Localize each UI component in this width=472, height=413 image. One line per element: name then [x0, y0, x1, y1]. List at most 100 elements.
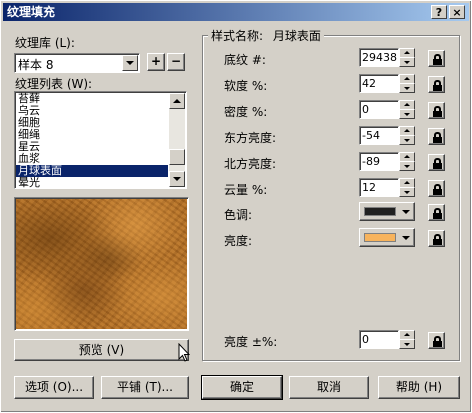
chevron-down-icon [404, 113, 410, 116]
mouse-cursor-icon [178, 343, 190, 362]
preview-button[interactable]: 预览 (V) [14, 339, 189, 361]
color-swatch [364, 207, 396, 216]
lock-body [433, 59, 442, 65]
spinner-field[interactable]: -89 [359, 152, 399, 171]
density-spinner[interactable]: 0 [359, 100, 415, 119]
lock-body [433, 189, 442, 195]
spinner-field[interactable]: 0 [359, 330, 399, 349]
cloudiness-spinner[interactable]: 12 [359, 178, 415, 197]
scroll-thumb[interactable] [169, 149, 185, 165]
chevron-down-icon [404, 87, 410, 90]
texture-library-label: 纹理库 (L): [15, 36, 75, 50]
lock-body [433, 137, 442, 143]
chevron-down-icon [402, 236, 410, 240]
lock-toggle[interactable] [428, 128, 445, 145]
spinner-down-button[interactable] [399, 109, 415, 119]
spinner-down-button[interactable] [399, 57, 415, 67]
spinner-field[interactable]: 12 [359, 178, 399, 197]
tint-color-picker[interactable] [359, 202, 415, 221]
brightness-color-picker[interactable] [359, 228, 415, 247]
lock-toggle[interactable] [428, 102, 445, 119]
style-name-heading: 样式名称: 月球表面 [208, 27, 324, 44]
softness-spinner[interactable]: 42 [359, 74, 415, 93]
help-label: 帮助 (H) [395, 380, 443, 394]
texture-preview-image [16, 199, 187, 329]
spinner-down-button[interactable] [399, 135, 415, 145]
chevron-up-icon [404, 129, 410, 132]
texture-list-label: 纹理列表 (W): [15, 77, 93, 91]
help-title-button[interactable]: ? [431, 5, 447, 19]
texture-fill-dialog: 纹理填充 ? × 纹理库 (L): 样本 8 + − 纹理列表 (W): 苔藓 … [0, 0, 472, 413]
list-scrollbar[interactable] [169, 93, 185, 187]
close-icon: × [452, 6, 462, 19]
lock-body [433, 163, 442, 169]
east-brightness-spinner[interactable]: -54 [359, 126, 415, 145]
spinner-down-button[interactable] [399, 161, 415, 171]
lock-body [433, 341, 442, 347]
scroll-down-button[interactable] [169, 171, 185, 187]
param-label: 北方亮度: [224, 157, 277, 171]
scroll-up-button[interactable] [169, 93, 185, 109]
dropdown-arrow-button[interactable] [122, 55, 138, 71]
chevron-down-icon [404, 139, 410, 142]
add-library-button[interactable]: + [147, 53, 165, 71]
ok-label: 确定 [229, 380, 254, 394]
brightness-pct-label: 亮度 ±%: [224, 335, 278, 349]
lock-body [433, 85, 442, 91]
texture-library-dropdown[interactable]: 样本 8 [14, 53, 140, 73]
remove-library-button[interactable]: − [167, 53, 185, 71]
window-title: 纹理填充 [7, 5, 56, 19]
param-label: 色调: [224, 208, 253, 222]
lock-toggle[interactable] [428, 230, 445, 247]
style-name-label: 样式名称: [211, 29, 264, 43]
lock-toggle[interactable] [428, 204, 445, 221]
close-button[interactable]: × [449, 5, 465, 19]
spinner-field[interactable]: 42 [359, 74, 399, 93]
title-bar: 纹理填充 ? × [3, 3, 469, 21]
texture-preview-frame [14, 197, 189, 331]
chevron-down-icon [404, 165, 410, 168]
chevron-up-icon [404, 51, 410, 54]
spinner-field[interactable]: 0 [359, 100, 399, 119]
spinner-down-button[interactable] [399, 339, 415, 349]
spinner-down-button[interactable] [399, 187, 415, 197]
brightness-pct-spinner[interactable]: 0 [359, 330, 415, 349]
chevron-down-icon [404, 343, 410, 346]
texture-list[interactable]: 苔藓 乌云 细胞 细绳 星云 血浆 月球表面 晕光 [14, 91, 187, 189]
param-label: 云量 %: [224, 183, 268, 197]
north-brightness-spinner[interactable]: -89 [359, 152, 415, 171]
spinner-field[interactable]: -54 [359, 126, 399, 145]
style-name-value: 月球表面 [272, 29, 321, 43]
chevron-up-icon [404, 103, 410, 106]
texture-number-spinner[interactable]: 29438 [359, 48, 415, 67]
color-swatch [364, 233, 396, 242]
lock-toggle[interactable] [428, 154, 445, 171]
lock-body [433, 111, 442, 117]
chevron-down-icon [404, 61, 410, 64]
ok-button[interactable]: 确定 [201, 375, 283, 400]
lock-toggle[interactable] [428, 50, 445, 67]
cancel-label: 取消 [316, 380, 341, 394]
chevron-up-icon [404, 77, 410, 80]
preview-label: 预览 (V) [78, 343, 125, 357]
chevron-down-icon [402, 210, 410, 214]
lock-toggle[interactable] [428, 332, 445, 349]
tile-button[interactable]: 平铺 (T)... [101, 376, 189, 399]
param-label: 软度 %: [224, 79, 268, 93]
cancel-button[interactable]: 取消 [289, 376, 369, 399]
texture-library-value: 样本 8 [18, 58, 54, 72]
chevron-down-icon [126, 61, 134, 65]
list-item[interactable]: 晕光 [16, 177, 168, 189]
spinner-down-button[interactable] [399, 83, 415, 93]
options-label: 选项 (O)... [24, 380, 84, 394]
help-button[interactable]: 帮助 (H) [378, 376, 460, 399]
spinner-field[interactable]: 29438 [359, 48, 399, 67]
plus-icon: + [150, 54, 162, 68]
options-button[interactable]: 选项 (O)... [14, 376, 94, 399]
lock-toggle[interactable] [428, 76, 445, 93]
lock-toggle[interactable] [428, 180, 445, 197]
chevron-up-icon [404, 155, 410, 158]
help-icon: ? [435, 6, 443, 19]
lock-body [433, 213, 442, 219]
param-label: 底纹 #: [224, 53, 266, 67]
